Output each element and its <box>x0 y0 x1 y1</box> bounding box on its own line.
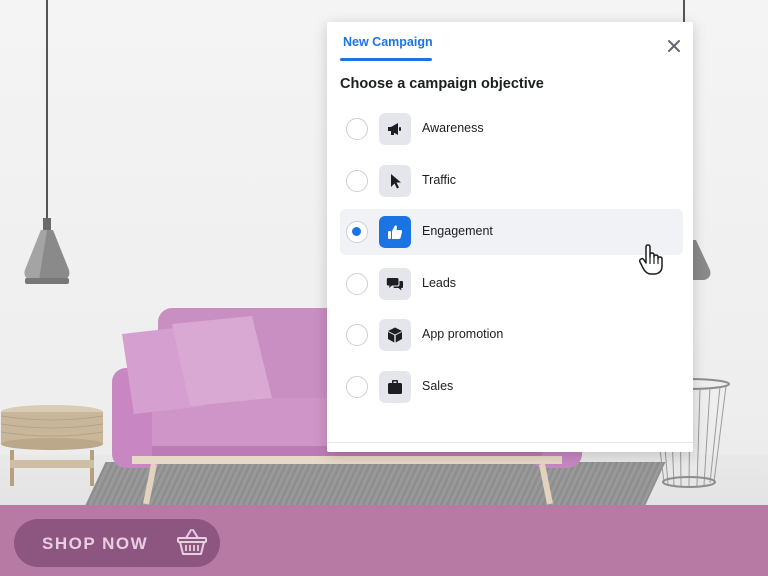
cube-icon <box>379 319 411 351</box>
objective-option-traffic[interactable]: Traffic <box>340 158 683 204</box>
objective-label: Awareness <box>422 121 484 135</box>
tab-underline <box>340 58 432 61</box>
radio-button[interactable] <box>346 170 368 192</box>
objective-label: Engagement <box>422 224 493 238</box>
pendant-lamp-icon <box>24 218 70 284</box>
radio-button[interactable] <box>346 324 368 346</box>
objective-option-engagement[interactable]: Engagement <box>340 209 683 255</box>
objective-option-awareness[interactable]: Awareness <box>340 106 683 152</box>
side-table <box>0 405 104 486</box>
objective-option-leads[interactable]: Leads <box>340 261 683 307</box>
thumbs-up-icon <box>379 216 411 248</box>
radio-button[interactable] <box>346 376 368 398</box>
objective-label: Traffic <box>422 173 457 187</box>
objective-option-sales[interactable]: Sales <box>340 364 683 410</box>
lamp-cord <box>46 0 48 222</box>
objective-label: Leads <box>422 276 457 290</box>
radio-button-checked[interactable] <box>346 221 368 243</box>
objective-label: Sales <box>422 379 454 393</box>
shop-now-button[interactable]: SHOP NOW <box>14 519 220 567</box>
shop-now-label: SHOP NOW <box>42 534 149 553</box>
lamp-cord <box>683 0 685 22</box>
basket-icon <box>177 529 207 555</box>
objective-option-app-promotion[interactable]: App promotion <box>340 312 683 358</box>
cursor-icon <box>379 165 411 197</box>
divider <box>327 442 693 443</box>
radio-button[interactable] <box>346 118 368 140</box>
hand-pointer-icon <box>638 244 663 275</box>
radio-button[interactable] <box>346 273 368 295</box>
close-icon[interactable] <box>665 37 683 55</box>
briefcase-icon <box>379 371 411 403</box>
chat-bubbles-icon <box>379 268 411 300</box>
megaphone-icon <box>379 113 411 145</box>
objective-label: App promotion <box>422 327 504 341</box>
pendant-lamp-icon <box>690 240 711 280</box>
campaign-modal: New Campaign Choose a campaign objective… <box>327 22 693 452</box>
modal-heading: Choose a campaign objective <box>340 76 544 92</box>
tab-new-campaign[interactable]: New Campaign <box>343 35 433 49</box>
